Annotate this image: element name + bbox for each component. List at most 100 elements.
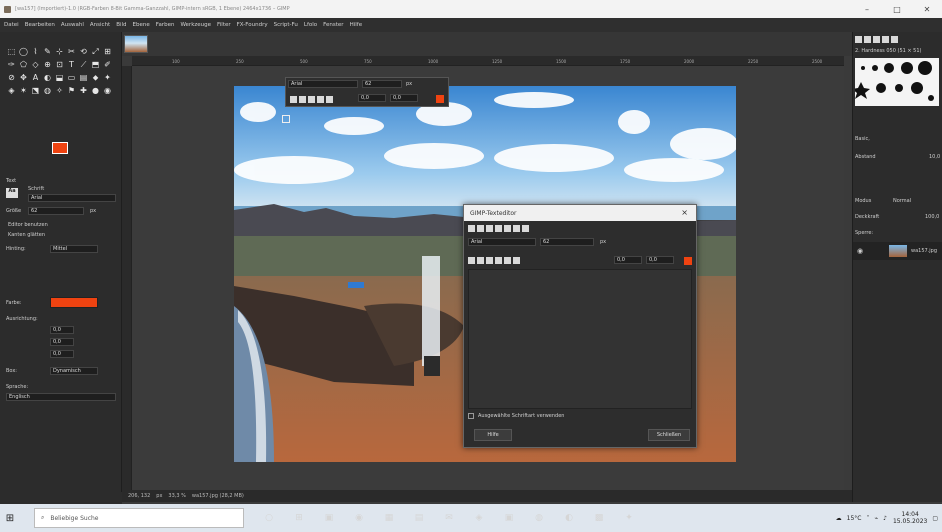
tool-icon-17[interactable]: ✐ [102,59,113,70]
close-button[interactable]: ✕ [912,0,942,18]
menu-item-lfolo[interactable]: Lfolo [304,22,317,28]
canvas-kerning-field[interactable]: 0,0 [390,94,418,102]
menu-item-bild[interactable]: Bild [116,22,126,28]
layer-name[interactable]: wa157.jpg [911,248,937,254]
taskbar-app-icon-5[interactable]: ▤ [408,508,430,528]
tool-icon-12[interactable]: ⊕ [42,59,53,70]
editor-font-field[interactable]: Arial [468,238,536,246]
menu-item-fenster[interactable]: Fenster [323,22,343,28]
taskbar-app-icon-11[interactable]: ▩ [588,508,610,528]
taskbar-app-icon-0[interactable]: ○ [258,508,280,528]
hinting-select[interactable]: Mittel [50,245,98,253]
weather-temp[interactable]: 15°C [847,515,862,522]
opacity-value[interactable]: 100,0 [925,214,939,220]
canvas-size-field[interactable]: 62 [362,80,402,88]
menu-item-bearbeiten[interactable]: Bearbeiten [25,22,55,28]
volume-icon[interactable]: ♪ [883,515,887,522]
font-preview-icon[interactable]: Aa [6,188,18,198]
editor-text-area[interactable] [468,269,692,409]
language-field[interactable]: Englisch [6,393,116,401]
tool-icon-2[interactable]: ⌇ [30,46,41,57]
taskbar-app-icon-2[interactable]: ▣ [318,508,340,528]
spacing-value[interactable]: 10,0 [929,154,940,160]
mode-select[interactable]: Normal [893,198,911,204]
vertical-ruler[interactable] [122,66,132,490]
taskbar-search-box[interactable]: ⌕ Beliebige Suche [34,508,244,528]
tool-icon-0[interactable]: ⬚ [6,46,17,57]
editor-size-field[interactable]: 62 [540,238,594,246]
foreground-color-swatch[interactable] [52,142,68,154]
menu-item-hilfe[interactable]: Hilfe [350,22,363,28]
tool-icon-22[interactable]: ⬓ [54,72,65,83]
horizontal-ruler[interactable]: 100 250 500 750 1000 1250 1500 1750 2000 2250 2500 [132,56,844,66]
tool-icon-34[interactable]: ● [90,85,101,96]
network-icon[interactable]: ⌁ [875,515,879,522]
editor-file-buttons[interactable] [468,225,531,232]
canvas-text-color-chip[interactable] [436,95,444,103]
on-canvas-text-toolbar[interactable]: Arial 62 px 0,0 0,0 [285,77,449,107]
tool-icon-30[interactable]: ◍ [42,85,53,96]
use-font-checkbox[interactable] [468,413,474,419]
menu-item-auswahl[interactable]: Auswahl [61,22,84,28]
menu-item-fx-foundry[interactable]: FX-Foundry [237,22,268,28]
close-dialog-button[interactable]: Schließen [648,429,690,441]
taskbar-app-icon-10[interactable]: ◐ [558,508,580,528]
tool-icon-21[interactable]: ◐ [42,72,53,83]
editor-text-color-chip[interactable] [684,257,692,265]
tool-icon-26[interactable]: ✦ [102,72,113,83]
tool-icon-18[interactable]: ⊘ [6,72,17,83]
tool-icon-4[interactable]: ⊹ [54,46,65,57]
tool-icon-3[interactable]: ✎ [42,46,53,57]
canvas-style-buttons[interactable] [290,96,335,103]
editor-style-buttons[interactable] [468,257,522,264]
taskbar-app-icon-8[interactable]: ▣ [498,508,520,528]
minimize-button[interactable]: – [852,0,882,18]
tool-icon-31[interactable]: ✧ [54,85,65,96]
tool-icon-5[interactable]: ✂ [66,46,77,57]
tool-icon-29[interactable]: ⬔ [30,85,41,96]
indent-field[interactable]: 0,0 [50,326,74,334]
antialias-option[interactable]: Kanten glätten [8,232,45,238]
menu-item-ansicht[interactable]: Ansicht [90,22,110,28]
weather-icon[interactable]: ☁ [836,515,842,522]
taskbar-app-icon-7[interactable]: ◈ [468,508,490,528]
menu-item-script-fu[interactable]: Script-Fu [274,22,298,28]
dialog-close-icon[interactable]: × [681,208,688,217]
clock[interactable]: 14:04 15.05.2023 [893,511,927,525]
canvas-font-field[interactable]: Arial [288,80,358,88]
tool-icon-11[interactable]: ◇ [30,59,41,70]
unit-select[interactable]: px [156,493,162,499]
tool-icon-35[interactable]: ◉ [102,85,113,96]
taskbar-app-icon-12[interactable]: ✦ [618,508,640,528]
tool-icon-9[interactable]: ✑ [6,59,17,70]
tool-icon-6[interactable]: ⟲ [78,46,89,57]
taskbar-app-icon-3[interactable]: ◉ [348,508,370,528]
tool-icon-10[interactable]: ⬠ [18,59,29,70]
notification-icon[interactable]: ▢ [932,515,938,522]
tool-icon-13[interactable]: ⊡ [54,59,65,70]
tool-icon-20[interactable]: A [30,72,41,83]
menu-item-werkzeuge[interactable]: Werkzeuge [180,22,211,28]
tool-icon-25[interactable]: ⬥ [90,72,101,83]
tool-icon-27[interactable]: ◈ [6,85,17,96]
text-color-swatch[interactable] [50,297,98,308]
menu-item-datei[interactable]: Datei [4,22,19,28]
eye-icon[interactable]: ◉ [857,247,863,255]
taskbar-app-icon-1[interactable]: ⊞ [288,508,310,528]
font-field[interactable]: Arial [28,194,116,202]
image-tab-thumbnail[interactable] [124,35,148,53]
maximize-button[interactable]: □ [882,0,912,18]
use-editor-option[interactable]: Editor benutzen [8,222,48,228]
help-button[interactable]: Hilfe [474,429,512,441]
zoom-select[interactable]: 33,3 % [168,493,185,499]
menu-item-farben[interactable]: Farben [156,22,175,28]
line-spacing-field[interactable]: 0,0 [50,338,74,346]
taskbar-app-icon-9[interactable]: ◍ [528,508,550,528]
text-box-handle[interactable] [282,115,290,123]
tool-icon-28[interactable]: ✶ [18,85,29,96]
dialog-titlebar[interactable]: GIMP-Texteditor × [464,205,696,221]
tool-icon-32[interactable]: ⚑ [66,85,77,96]
box-select[interactable]: Dynamisch [50,367,98,375]
tool-icon-19[interactable]: ✥ [18,72,29,83]
brush-grid[interactable] [852,58,939,106]
